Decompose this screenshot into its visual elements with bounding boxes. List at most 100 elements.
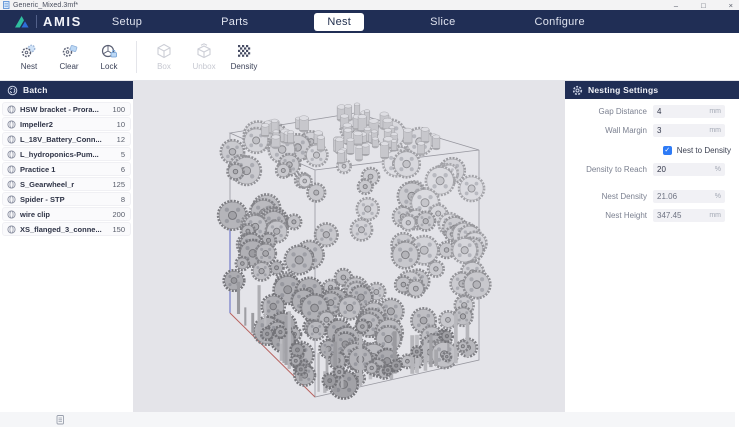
density-to-reach-field: % bbox=[653, 163, 725, 176]
part-sphere-icon bbox=[7, 210, 16, 219]
batch-panel: Batch HSW bracket - Prora... 100 Impelle… bbox=[0, 81, 133, 412]
window-title: Generic_Mixed.3mf* bbox=[13, 2, 78, 9]
batch-item-name: Impeller2 bbox=[20, 120, 113, 129]
wall-margin-input[interactable] bbox=[653, 126, 701, 135]
batch-item-qty: 150 bbox=[112, 225, 125, 234]
batch-item-name: L_18V_Battery_Conn... bbox=[20, 135, 113, 144]
nest-density-field: % bbox=[653, 190, 725, 203]
lock-button[interactable]: Lock bbox=[90, 37, 128, 77]
density-to-reach-input[interactable] bbox=[653, 165, 701, 174]
batch-item-row[interactable]: S_Gearwheel_r 125 bbox=[2, 177, 131, 191]
nesting-settings-panel: Nesting Settings Gap Distance mm Wall Ma… bbox=[565, 81, 739, 412]
part-sphere-icon bbox=[7, 195, 16, 204]
density-to-reach-label: Density to Reach bbox=[565, 165, 653, 174]
tab-parts[interactable]: Parts bbox=[221, 16, 248, 28]
batch-item-row[interactable]: L_hydroponics-Pum... 5 bbox=[2, 147, 131, 161]
density-button-label: Density bbox=[231, 62, 258, 71]
app-window: Generic_Mixed.3mf* – □ × AMIS Setup Part… bbox=[0, 0, 739, 444]
density-grid-icon bbox=[236, 43, 252, 59]
batch-item-qty: 10 bbox=[117, 120, 125, 129]
nest-gears-icon bbox=[20, 43, 38, 59]
batch-list: HSW bracket - Prora... 100 Impeller2 10 … bbox=[0, 99, 133, 240]
batch-item-row[interactable]: Practice 1 6 bbox=[2, 162, 131, 176]
close-button[interactable]: × bbox=[729, 1, 733, 10]
batch-item-name: HSW bracket - Prora... bbox=[20, 105, 108, 114]
unbox-button[interactable]: Unbox bbox=[185, 37, 223, 77]
box-cube-icon bbox=[156, 43, 172, 59]
nest-density-value bbox=[653, 192, 701, 201]
part-sphere-icon bbox=[7, 105, 16, 114]
part-sphere-icon bbox=[7, 180, 16, 189]
toolbar-divider bbox=[136, 41, 137, 73]
box-button[interactable]: Box bbox=[145, 37, 183, 77]
box-button-label: Box bbox=[157, 62, 171, 71]
batch-icon bbox=[7, 85, 18, 96]
wall-margin-field: mm bbox=[653, 124, 725, 137]
nest-height-label: Nest Height bbox=[565, 211, 653, 220]
gap-distance-field: mm bbox=[653, 105, 725, 118]
gear-icon bbox=[572, 85, 583, 96]
density-button[interactable]: Density bbox=[225, 37, 263, 77]
part-sphere-icon bbox=[7, 135, 16, 144]
minimize-button[interactable]: – bbox=[674, 1, 678, 10]
nest-button-label: Nest bbox=[21, 62, 37, 71]
nest-height-field: mm bbox=[653, 209, 725, 222]
clear-button[interactable]: Clear bbox=[50, 37, 88, 77]
part-sphere-icon bbox=[7, 165, 16, 174]
nest-3d-scene bbox=[133, 81, 565, 412]
batch-item-qty: 5 bbox=[121, 150, 125, 159]
batch-item-qty: 100 bbox=[112, 105, 125, 114]
tab-configure[interactable]: Configure bbox=[535, 16, 585, 28]
batch-item-row[interactable]: HSW bracket - Prora... 100 bbox=[2, 102, 131, 116]
wall-margin-label: Wall Margin bbox=[565, 126, 653, 135]
batch-panel-header: Batch bbox=[0, 81, 133, 99]
amis-logo-icon bbox=[14, 15, 30, 29]
gap-distance-label: Gap Distance bbox=[565, 107, 653, 116]
batch-item-name: Practice 1 bbox=[20, 165, 117, 174]
toolbar: Nest Clear Lock Box bbox=[0, 33, 739, 81]
nest-to-density-label: Nest to Density bbox=[677, 146, 731, 155]
gap-distance-input[interactable] bbox=[653, 107, 701, 116]
part-sphere-icon bbox=[7, 150, 16, 159]
tab-slice[interactable]: Slice bbox=[430, 16, 455, 28]
main-content: Batch HSW bracket - Prora... 100 Impelle… bbox=[0, 81, 739, 412]
nest-to-density-checkbox[interactable]: ✓ bbox=[663, 146, 672, 155]
batch-item-name: wire clip bbox=[20, 210, 108, 219]
maximize-button[interactable]: □ bbox=[701, 1, 706, 10]
batch-item-row[interactable]: L_18V_Battery_Conn... 12 bbox=[2, 132, 131, 146]
wall-margin-unit: mm bbox=[709, 127, 721, 134]
clear-button-label: Clear bbox=[59, 62, 78, 71]
unbox-button-label: Unbox bbox=[192, 62, 215, 71]
titlebar: Generic_Mixed.3mf* – □ × bbox=[0, 0, 739, 10]
nest-button[interactable]: Nest bbox=[10, 37, 48, 77]
tab-setup[interactable]: Setup bbox=[112, 16, 142, 28]
batch-item-qty: 6 bbox=[121, 165, 125, 174]
nest-density-label: Nest Density bbox=[565, 192, 653, 201]
main-navbar: AMIS Setup Parts Nest Slice Configure bbox=[0, 10, 739, 33]
batch-item-row[interactable]: wire clip 200 bbox=[2, 207, 131, 221]
batch-item-qty: 12 bbox=[117, 135, 125, 144]
batch-item-row[interactable]: Impeller2 10 bbox=[2, 117, 131, 131]
status-bar bbox=[0, 412, 735, 427]
nesting-settings-header: Nesting Settings bbox=[565, 81, 739, 99]
part-sphere-icon bbox=[7, 120, 16, 129]
brand-divider bbox=[36, 15, 37, 28]
brand: AMIS bbox=[14, 14, 82, 29]
nest-height-unit: mm bbox=[709, 212, 721, 219]
batch-item-qty: 8 bbox=[121, 195, 125, 204]
batch-item-qty: 200 bbox=[112, 210, 125, 219]
tab-nest[interactable]: Nest bbox=[314, 13, 364, 31]
nesting-settings-form: Gap Distance mm Wall Margin mm ✓ Nest to bbox=[565, 99, 739, 222]
batch-panel-title: Batch bbox=[23, 85, 48, 95]
log-list-icon[interactable] bbox=[56, 415, 65, 425]
nest-height-value bbox=[653, 211, 701, 220]
document-icon bbox=[3, 1, 10, 9]
batch-item-row[interactable]: Spider - STP 8 bbox=[2, 192, 131, 206]
batch-item-row[interactable]: XS_flanged_3_conne... 150 bbox=[2, 222, 131, 236]
3d-viewport[interactable] bbox=[133, 81, 565, 412]
density-to-reach-unit: % bbox=[715, 166, 721, 173]
nest-density-unit: % bbox=[715, 193, 721, 200]
batch-item-name: Spider - STP bbox=[20, 195, 117, 204]
clear-gears-icon bbox=[60, 43, 78, 59]
brand-name: AMIS bbox=[43, 14, 82, 29]
